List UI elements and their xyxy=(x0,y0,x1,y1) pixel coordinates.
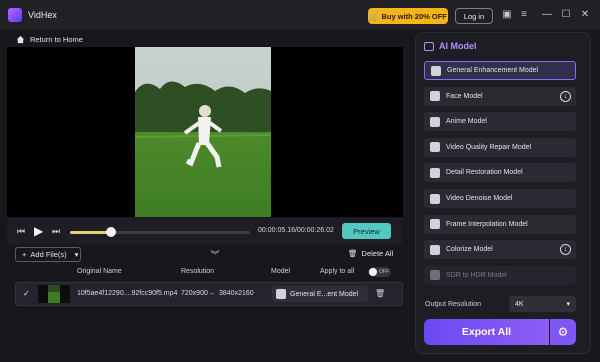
check-icon[interactable]: ✓ xyxy=(23,289,30,298)
model-item[interactable]: General Enhancement Model xyxy=(424,61,576,80)
model-icon xyxy=(430,142,440,153)
ai-robot-icon xyxy=(424,41,434,51)
model-icon xyxy=(430,193,440,204)
output-resolution-value: 4K xyxy=(515,300,524,308)
header-original-name: Original Name xyxy=(77,268,122,275)
home-icon xyxy=(16,35,25,43)
model-item[interactable]: Frame Interpolation Model xyxy=(424,214,576,234)
buy-discount-button[interactable]: 🛒 Buy with 20% OFF xyxy=(368,8,448,24)
delete-all-label: Delete All xyxy=(361,249,394,258)
maximize-icon[interactable]: ☐ xyxy=(560,9,572,21)
download-icon[interactable]: ↓ xyxy=(560,244,571,256)
model-icon xyxy=(431,65,441,76)
ai-model-title: AI Model xyxy=(439,41,477,51)
model-label: Video Denoise Model xyxy=(446,195,513,202)
model-item[interactable]: Anime Model xyxy=(424,112,576,132)
header-resolution: Resolution xyxy=(181,268,215,275)
delete-all-button[interactable]: 🗑 Delete All xyxy=(348,249,393,258)
output-resolution-select[interactable]: 4K ▾ xyxy=(509,296,576,312)
add-files-label: Add File(s) xyxy=(30,250,67,259)
plus-icon: + xyxy=(22,250,27,259)
collapse-double-chevron-icon[interactable]: ︾ xyxy=(208,248,222,260)
model-label: General Enhancement Model xyxy=(447,67,539,74)
model-icon xyxy=(430,270,440,281)
file-name: 10f5ae4f12290....92fcc90f5.mp4 xyxy=(77,290,178,297)
model-label: Anime Model xyxy=(446,118,487,126)
target-resolution: 3840x2160 xyxy=(219,290,254,297)
add-files-button[interactable]: + Add File(s) ▾ xyxy=(15,247,81,262)
menu-icon[interactable]: ≡ xyxy=(518,9,530,21)
close-icon[interactable]: ✕ xyxy=(579,9,591,21)
chevron-down-icon: ▾ xyxy=(566,301,570,308)
header-apply-all: Apply to all xyxy=(320,268,355,275)
play-icon[interactable]: ▶ xyxy=(34,224,43,238)
row-model-select[interactable]: General E...ent Model xyxy=(272,286,368,302)
buy-label: Buy with 20% OFF xyxy=(381,11,447,21)
model-icon xyxy=(430,244,440,255)
model-icon xyxy=(430,219,440,230)
timeline-progress xyxy=(70,231,112,234)
return-home-label: Return to Home xyxy=(30,34,83,44)
panel-title: AI Model xyxy=(424,41,477,51)
model-label: Frame Interpolation Model xyxy=(446,220,528,228)
model-label: Face Model xyxy=(446,92,483,100)
model-label: SDR to HDR Model xyxy=(446,271,507,279)
feedback-icon[interactable]: ▣ xyxy=(501,9,513,21)
toggle-knob xyxy=(369,268,377,276)
header-model: Model xyxy=(271,268,291,275)
vidhex-logo-icon xyxy=(8,8,22,22)
model-label: Video Quality Repair Model xyxy=(446,143,532,151)
row-model-label: General E...ent Model xyxy=(290,290,359,298)
model-icon xyxy=(430,116,440,127)
previous-frame-icon[interactable]: ⏮ xyxy=(17,226,25,237)
arrow-right-icon: → xyxy=(208,290,215,297)
model-icon xyxy=(430,91,440,102)
login-button[interactable]: Log in xyxy=(455,8,493,24)
preview-button[interactable]: Preview xyxy=(342,223,391,239)
model-label: Detail Restoration Model xyxy=(446,169,523,177)
minimize-icon[interactable]: — xyxy=(541,9,553,21)
return-home-link[interactable]: Return to Home xyxy=(16,32,83,46)
model-item[interactable]: SDR to HDR Model xyxy=(424,265,576,285)
model-item[interactable]: Detail Restoration Model xyxy=(424,163,576,183)
cart-icon: 🛒 xyxy=(369,11,379,21)
export-settings-gear-icon[interactable]: ⚙ xyxy=(550,319,576,345)
model-item[interactable]: Video Quality Repair Model xyxy=(424,137,576,157)
video-frame-image xyxy=(135,47,271,217)
trash-icon[interactable]: 🗑 xyxy=(375,289,385,298)
model-label: Colorize Model xyxy=(446,246,493,254)
time-readout: 00:00:05.16/00:00:26.02 xyxy=(258,227,334,234)
output-resolution-label: Output Resolution xyxy=(425,301,482,308)
model-icon xyxy=(276,289,286,299)
model-item[interactable]: Face Model ↓ xyxy=(424,86,576,106)
source-resolution: 720x900 xyxy=(181,290,208,297)
model-item[interactable]: Colorize Model ↓ xyxy=(424,240,576,260)
app-title: VidHex xyxy=(28,10,57,20)
model-item[interactable]: Video Denoise Model xyxy=(424,189,576,208)
model-icon xyxy=(430,167,440,178)
video-thumbnail xyxy=(38,285,70,303)
download-icon[interactable]: ↓ xyxy=(560,90,571,102)
trash-icon: 🗑 xyxy=(348,249,358,258)
chevron-down-icon: ▾ xyxy=(74,250,79,259)
next-frame-icon[interactable]: ⏭ xyxy=(52,226,60,237)
export-all-button[interactable]: Export All xyxy=(424,319,549,345)
